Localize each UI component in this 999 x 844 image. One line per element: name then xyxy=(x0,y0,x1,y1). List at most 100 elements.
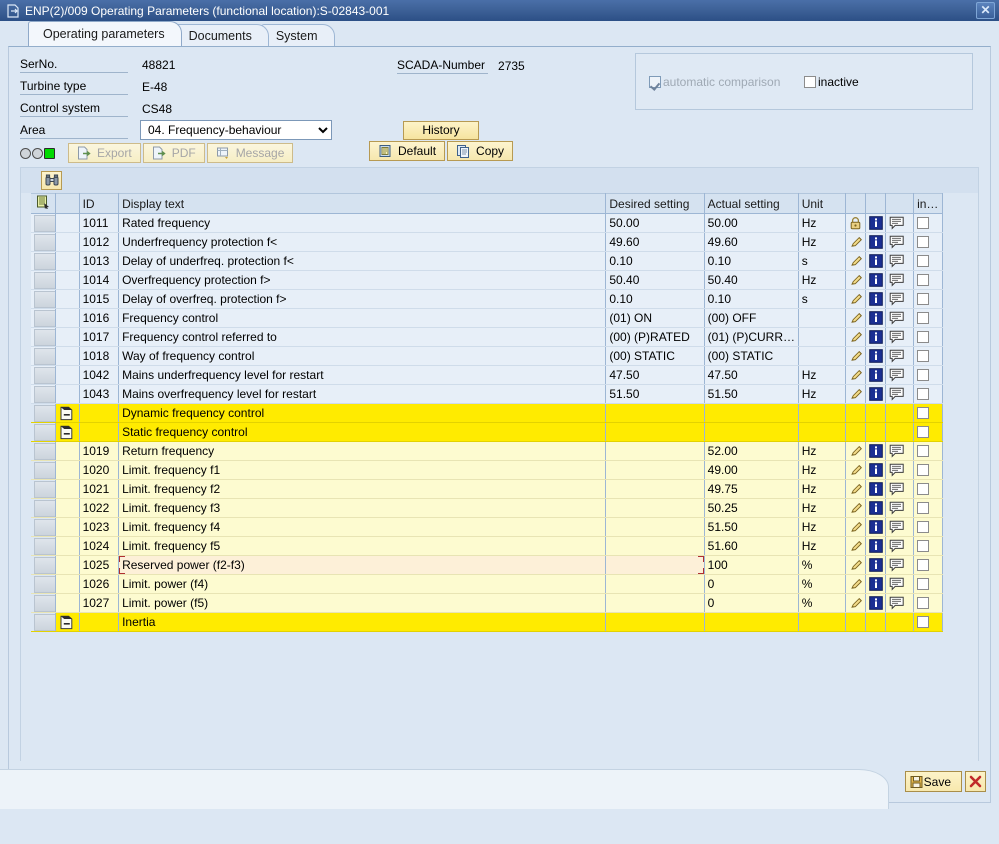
cell-display-text[interactable]: Limit. frequency f4 xyxy=(118,517,607,537)
row-expand-toggle[interactable] xyxy=(55,403,80,423)
row-select-box[interactable] xyxy=(34,556,55,574)
note-icon-cell[interactable] xyxy=(885,365,915,385)
inactive-row-checkbox[interactable] xyxy=(917,558,930,571)
automatic-comparison-checkbox[interactable] xyxy=(649,76,661,88)
note-icon-cell[interactable] xyxy=(885,270,915,290)
edit-icon-cell[interactable] xyxy=(845,327,867,347)
inactive-row-checkbox[interactable] xyxy=(917,235,930,248)
table-row[interactable]: 1027 Limit. power (f5) 0% xyxy=(31,593,943,613)
cell-actual-setting[interactable]: 49.75 xyxy=(704,479,799,499)
row-expand-toggle[interactable] xyxy=(55,612,80,632)
cell-actual-setting[interactable]: (01) (P)CURR… xyxy=(704,327,799,347)
grid-header-info[interactable] xyxy=(865,193,887,214)
cell-display-text[interactable]: Limit. power (f4) xyxy=(118,574,607,594)
table-row[interactable]: 1020 Limit. frequency f1 49.00 Hz xyxy=(31,460,943,480)
cell-desired-setting[interactable] xyxy=(605,479,705,499)
row-select-handle[interactable] xyxy=(31,498,57,518)
row-select-handle[interactable] xyxy=(31,536,57,556)
cell-display-text[interactable]: Way of frequency control xyxy=(118,346,607,366)
automatic-comparison-row[interactable]: automatic comparison xyxy=(649,75,780,89)
table-row[interactable]: 1015 Delay of overfreq. protection f> 0.10… xyxy=(31,289,943,309)
cell-display-text[interactable]: Limit. frequency f3 xyxy=(118,498,607,518)
edit-icon-cell[interactable] xyxy=(845,441,867,461)
grid-header-desired-setting[interactable]: Desired setting xyxy=(605,193,705,214)
cell-desired-setting[interactable]: (00) (P)RATED xyxy=(605,327,705,347)
cell-display-text[interactable]: Delay of underfreq. protection f< xyxy=(118,251,607,271)
cell-desired-setting[interactable] xyxy=(605,555,705,575)
cell-actual-setting[interactable]: 0.10 xyxy=(704,289,799,309)
tab-system[interactable]: System xyxy=(260,24,335,46)
parameters-grid-container[interactable]: ID Display text Desired setting Actual s… xyxy=(20,193,979,794)
inactive-row-checkbox[interactable] xyxy=(917,577,930,590)
info-icon-cell[interactable] xyxy=(865,365,887,385)
edit-icon-cell[interactable] xyxy=(845,517,867,537)
row-select-box[interactable] xyxy=(34,404,55,422)
edit-icon-cell[interactable] xyxy=(845,555,867,575)
row-select-handle[interactable] xyxy=(31,384,57,404)
grid-header-actual-setting[interactable]: Actual setting xyxy=(704,193,799,214)
cell-id[interactable]: 1019 xyxy=(79,441,120,461)
area-select[interactable]: 04. Frequency-behaviour xyxy=(140,120,332,140)
row-select-box[interactable] xyxy=(34,328,55,346)
cell-actual-setting[interactable]: 49.60 xyxy=(704,232,799,252)
table-row[interactable]: 1025 Reserved power (f2-f3) 100% xyxy=(31,555,943,575)
inactive-row-checkbox[interactable] xyxy=(917,444,930,457)
inactive-row-checkbox[interactable] xyxy=(917,615,930,628)
cell-display-text[interactable]: Inertia xyxy=(118,612,607,632)
edit-icon-cell[interactable] xyxy=(845,232,867,252)
grid-header-unit[interactable]: Unit xyxy=(798,193,846,214)
cell-inactive-checkbox[interactable] xyxy=(913,213,943,233)
cell-id[interactable]: 1020 xyxy=(79,460,120,480)
inactive-row[interactable]: inactive xyxy=(804,75,859,89)
edit-icon-cell[interactable] xyxy=(845,460,867,480)
note-icon-cell[interactable] xyxy=(885,346,915,366)
red-x-icon[interactable] xyxy=(965,771,986,792)
inactive-row-checkbox[interactable] xyxy=(917,216,930,229)
cell-id[interactable]: 1012 xyxy=(79,232,120,252)
cell-display-text-selected[interactable]: Reserved power (f2-f3) xyxy=(118,555,607,575)
row-select-box[interactable] xyxy=(34,290,55,308)
table-row[interactable]: 1016 Frequency control (01) ON (00) OFF xyxy=(31,308,943,328)
cell-inactive-checkbox[interactable] xyxy=(913,498,943,518)
cell-display-text[interactable]: Underfrequency protection f< xyxy=(118,232,607,252)
info-icon-cell[interactable] xyxy=(865,498,887,518)
row-select-handle[interactable] xyxy=(31,422,57,442)
cell-inactive-checkbox[interactable] xyxy=(913,555,943,575)
edit-icon-cell[interactable] xyxy=(845,365,867,385)
cell-actual-setting[interactable]: 50.25 xyxy=(704,498,799,518)
cell-actual-setting[interactable]: 51.50 xyxy=(704,517,799,537)
cell-inactive-checkbox[interactable] xyxy=(913,441,943,461)
cell-inactive-checkbox[interactable] xyxy=(913,251,943,271)
cell-actual-setting[interactable]: (00) STATIC xyxy=(704,346,799,366)
cell-display-text[interactable]: Limit. power (f5) xyxy=(118,593,607,613)
cell-inactive-checkbox[interactable] xyxy=(913,612,943,632)
grid-header-display-text[interactable]: Display text xyxy=(118,193,607,214)
row-select-box[interactable] xyxy=(34,233,55,251)
row-select-box[interactable] xyxy=(34,423,55,441)
cell-desired-setting[interactable]: 0.10 xyxy=(605,251,705,271)
note-icon-cell[interactable] xyxy=(885,555,915,575)
cell-id[interactable] xyxy=(79,612,120,632)
info-icon-cell[interactable] xyxy=(865,346,887,366)
cell-inactive-checkbox[interactable] xyxy=(913,517,943,537)
cell-inactive-checkbox[interactable] xyxy=(913,574,943,594)
cell-id[interactable]: 1024 xyxy=(79,536,120,556)
inactive-row-checkbox[interactable] xyxy=(917,311,930,324)
cell-desired-setting[interactable] xyxy=(605,460,705,480)
table-row[interactable]: Static frequency control xyxy=(31,422,943,442)
row-select-handle[interactable] xyxy=(31,479,57,499)
info-icon-cell[interactable] xyxy=(865,555,887,575)
edit-icon-cell[interactable] xyxy=(845,270,867,290)
info-icon-cell[interactable] xyxy=(865,460,887,480)
cell-inactive-checkbox[interactable] xyxy=(913,365,943,385)
edit-icon-cell[interactable] xyxy=(845,593,867,613)
cell-id[interactable]: 1026 xyxy=(79,574,120,594)
edit-icon-cell[interactable] xyxy=(845,308,867,328)
inactive-row-checkbox[interactable] xyxy=(917,330,930,343)
cell-display-text[interactable]: Rated frequency xyxy=(118,213,607,233)
cell-inactive-checkbox[interactable] xyxy=(913,384,943,404)
cell-inactive-checkbox[interactable] xyxy=(913,308,943,328)
info-icon-cell[interactable] xyxy=(865,270,887,290)
row-select-handle[interactable] xyxy=(31,555,57,575)
cell-desired-setting[interactable]: 49.60 xyxy=(605,232,705,252)
